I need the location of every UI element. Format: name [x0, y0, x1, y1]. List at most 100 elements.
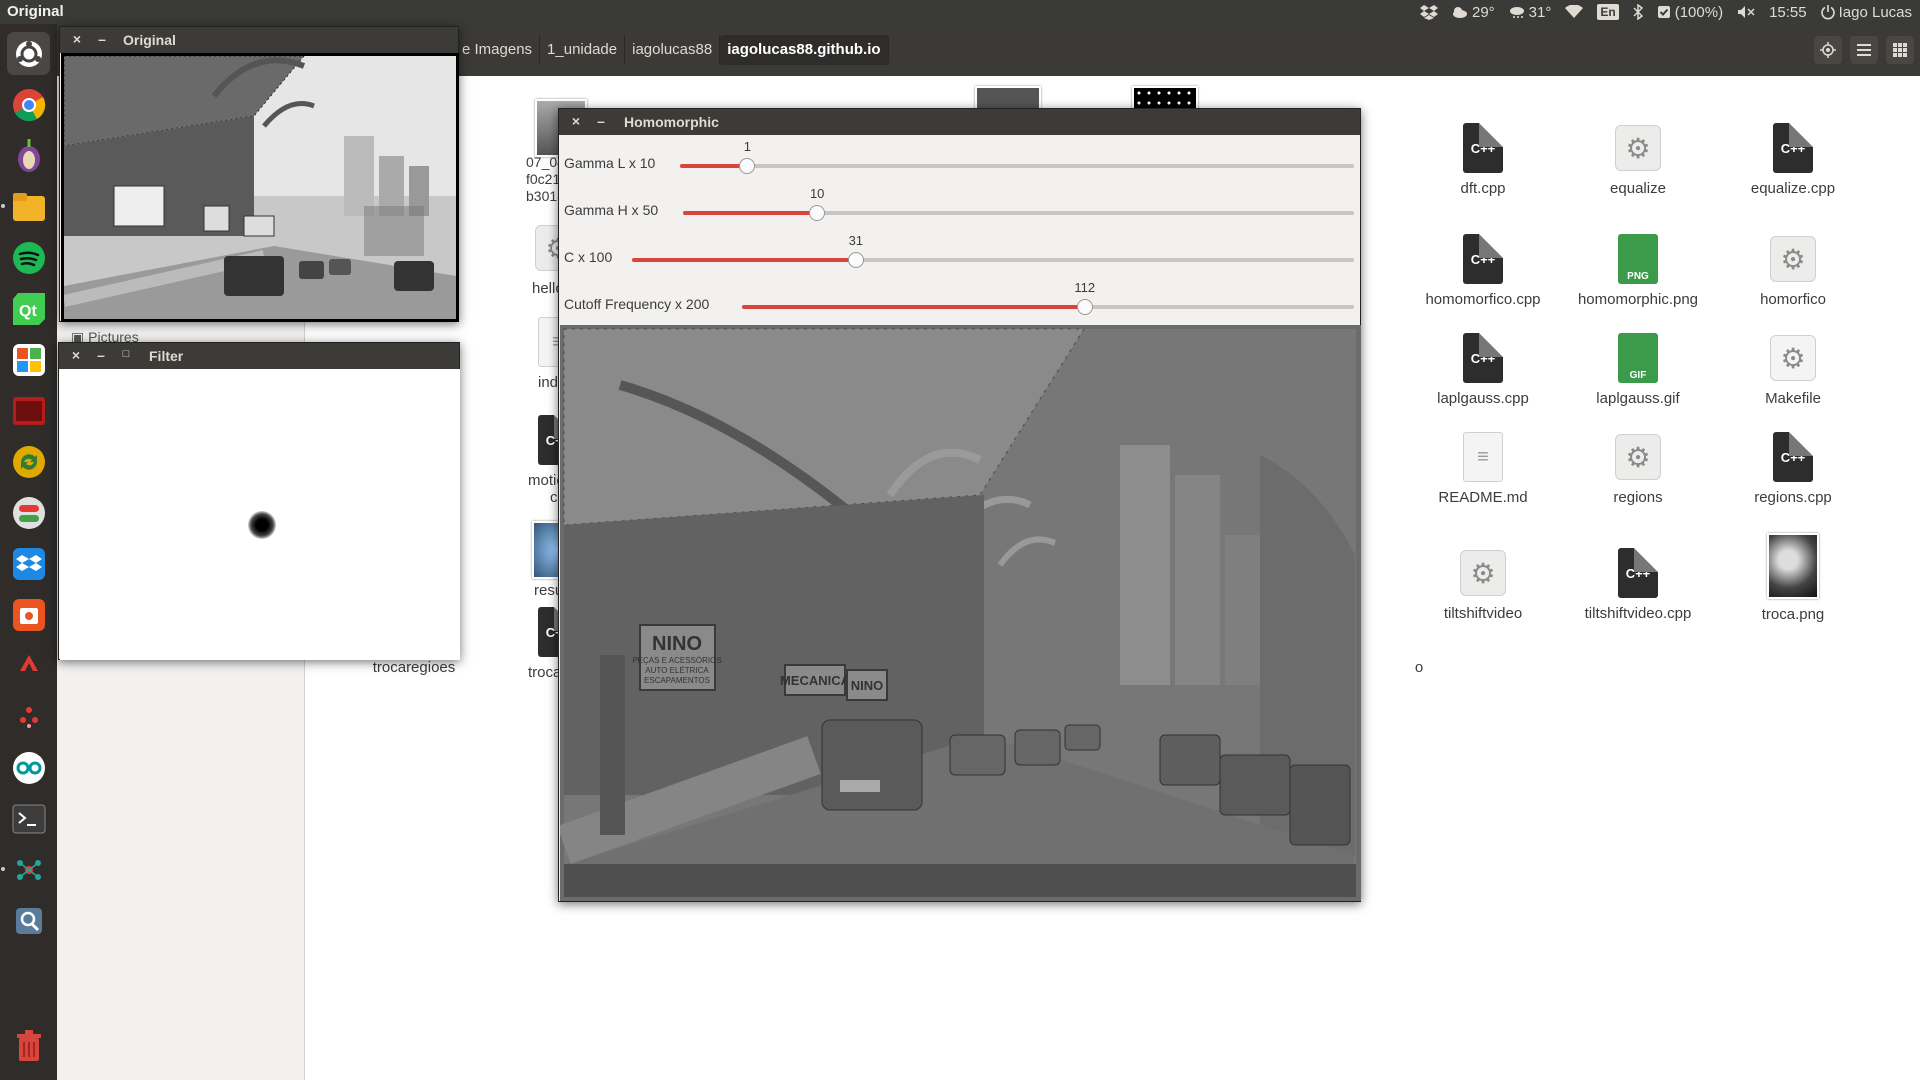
grid-view-icon[interactable]: [1886, 36, 1914, 64]
gif-file-icon: GIF: [1612, 332, 1664, 384]
running-pip-2: [1, 867, 5, 871]
file-item[interactable]: ⚙ equalize: [1563, 122, 1713, 197]
breadcrumb-item[interactable]: iagolucas88: [625, 35, 721, 65]
slider-label: C x 100: [564, 249, 613, 265]
slider-handle[interactable]: [847, 252, 864, 268]
executable-icon: ⚙: [1767, 233, 1819, 285]
file-label: laplgauss.cpp: [1437, 390, 1529, 407]
slider-track[interactable]: [680, 158, 1354, 174]
slider-track[interactable]: [683, 205, 1354, 221]
cpp-file-icon: C++: [1767, 431, 1819, 483]
file-item[interactable]: ⚙ regions: [1563, 431, 1713, 506]
cpp-file-icon: C++: [1457, 122, 1509, 174]
dropbox-icon[interactable]: [7, 542, 50, 585]
sign-line: AUTO ELÉTRICA: [645, 666, 709, 675]
settings-toggle-icon[interactable]: [7, 491, 50, 534]
breadcrumb: e Imagens 1_unidade iagolucas88 iagoluca…: [455, 35, 889, 65]
window-titlebar: × – Original: [60, 27, 458, 53]
clock[interactable]: 15:55: [1769, 4, 1807, 21]
software-center-icon[interactable]: [7, 338, 50, 381]
terminal-red-icon[interactable]: [7, 389, 50, 432]
file-item[interactable]: ⚙ tiltshiftvideo: [1408, 547, 1558, 622]
slack-icon[interactable]: [7, 644, 50, 687]
slider-handle[interactable]: [739, 158, 756, 174]
filtered-street-photo: NINO PEÇAS E ACESSÓRIOS AUTO ELÉTRICA ES…: [557, 325, 1361, 901]
file-item[interactable]: C++ equalize.cpp: [1718, 122, 1868, 197]
file-item[interactable]: C++ tiltshiftvideo.cpp: [1563, 547, 1713, 622]
trash-icon[interactable]: [7, 1024, 50, 1067]
breadcrumb-item[interactable]: e Imagens: [455, 35, 541, 65]
user-menu[interactable]: Iago Lucas: [1820, 4, 1912, 21]
ubuntu-store-icon[interactable]: [7, 593, 50, 636]
network-icon[interactable]: [7, 848, 50, 891]
arduino-icon[interactable]: [7, 746, 50, 789]
slider-handle[interactable]: [809, 205, 826, 221]
file-label-partial[interactable]: trocaregioes: [344, 659, 484, 676]
spotify-icon[interactable]: [7, 236, 50, 279]
volume-muted-icon[interactable]: [1737, 5, 1755, 19]
minimize-icon[interactable]: –: [95, 31, 109, 47]
chrome-icon[interactable]: [7, 83, 50, 126]
file-item[interactable]: PNG homomorphic.png: [1563, 233, 1713, 308]
maximize-icon[interactable]: □: [119, 348, 133, 360]
bluetooth-icon[interactable]: [1633, 4, 1643, 20]
tor-browser-icon[interactable]: [7, 134, 50, 177]
qt-creator-icon[interactable]: Qt: [7, 287, 50, 330]
file-item[interactable]: C++ dft.cpp: [1408, 122, 1558, 197]
weather-indicator-2[interactable]: 31°: [1509, 4, 1551, 21]
close-icon[interactable]: ×: [569, 113, 583, 129]
minimize-icon[interactable]: –: [94, 347, 108, 363]
dropbox-indicator-icon[interactable]: [1419, 4, 1438, 20]
running-pip: [1, 204, 5, 208]
slider-track[interactable]: [742, 299, 1354, 315]
file-label: README.md: [1438, 489, 1528, 506]
breadcrumb-item[interactable]: 1_unidade: [540, 35, 626, 65]
slider-handle[interactable]: [1076, 299, 1093, 315]
sign-line: ESCAPAMENTOS: [644, 676, 710, 685]
file-item[interactable]: C++ regions.cpp: [1718, 431, 1868, 506]
list-view-icon[interactable]: [1850, 36, 1878, 64]
sync-icon[interactable]: [7, 440, 50, 483]
file-label: homomorfico.cpp: [1425, 291, 1541, 308]
slider-value: 31: [848, 233, 864, 248]
marker-icon[interactable]: [7, 695, 50, 738]
terminal-icon[interactable]: [7, 797, 50, 840]
file-item[interactable]: ⚙ Makefile: [1718, 332, 1868, 407]
file-item[interactable]: C++ laplgauss.cpp: [1408, 332, 1558, 407]
battery-check-icon: [1657, 6, 1670, 18]
window-title: Original: [123, 32, 176, 48]
png-file-icon: PNG: [1612, 233, 1664, 285]
window-title: Filter: [149, 348, 184, 364]
weather-indicator[interactable]: 29°: [1452, 4, 1495, 21]
search-tool-icon[interactable]: [7, 899, 50, 942]
file-label: tiltshiftvideo.cpp: [1584, 605, 1692, 622]
file-item[interactable]: C++ homomorfico.cpp: [1408, 233, 1558, 308]
file-item[interactable]: troca.png: [1718, 532, 1868, 623]
cloud-icon: [1452, 7, 1467, 18]
slider-fill: [683, 211, 818, 215]
close-icon[interactable]: ×: [70, 31, 84, 47]
wifi-icon[interactable]: [1565, 5, 1584, 19]
file-label: laplgauss.gif: [1596, 390, 1680, 407]
battery-percent: (100%): [1674, 3, 1724, 21]
homomorphic-image-frame: NINO PEÇAS E ACESSÓRIOS AUTO ELÉTRICA ES…: [557, 325, 1361, 901]
file-label: tiltshiftvideo: [1443, 605, 1523, 622]
location-icon[interactable]: [1814, 36, 1842, 64]
breadcrumb-item-current[interactable]: iagolucas88.github.io: [720, 35, 889, 65]
slider-row: Gamma L x 10 1: [559, 135, 1359, 181]
file-label: dft.cpp: [1460, 180, 1506, 197]
minimize-icon[interactable]: –: [594, 113, 608, 129]
file-label: regions.cpp: [1754, 489, 1832, 506]
files-icon[interactable]: [7, 185, 50, 228]
ubuntu-dash-icon[interactable]: [7, 32, 50, 75]
slider-track[interactable]: [632, 252, 1354, 268]
file-item[interactable]: ≡ README.md: [1408, 431, 1558, 506]
file-item[interactable]: GIF laplgauss.gif: [1563, 332, 1713, 407]
filter-window: × – □ Filter: [58, 342, 460, 660]
close-icon[interactable]: ×: [69, 347, 83, 363]
keyboard-layout-indicator[interactable]: En: [1597, 4, 1619, 20]
sign-nino: NINO: [652, 633, 702, 655]
battery-indicator[interactable]: (100%): [1657, 4, 1723, 21]
file-item[interactable]: ⚙ homorfico: [1718, 233, 1868, 308]
slider-label: Cutoff Frequency x 200: [564, 296, 710, 312]
